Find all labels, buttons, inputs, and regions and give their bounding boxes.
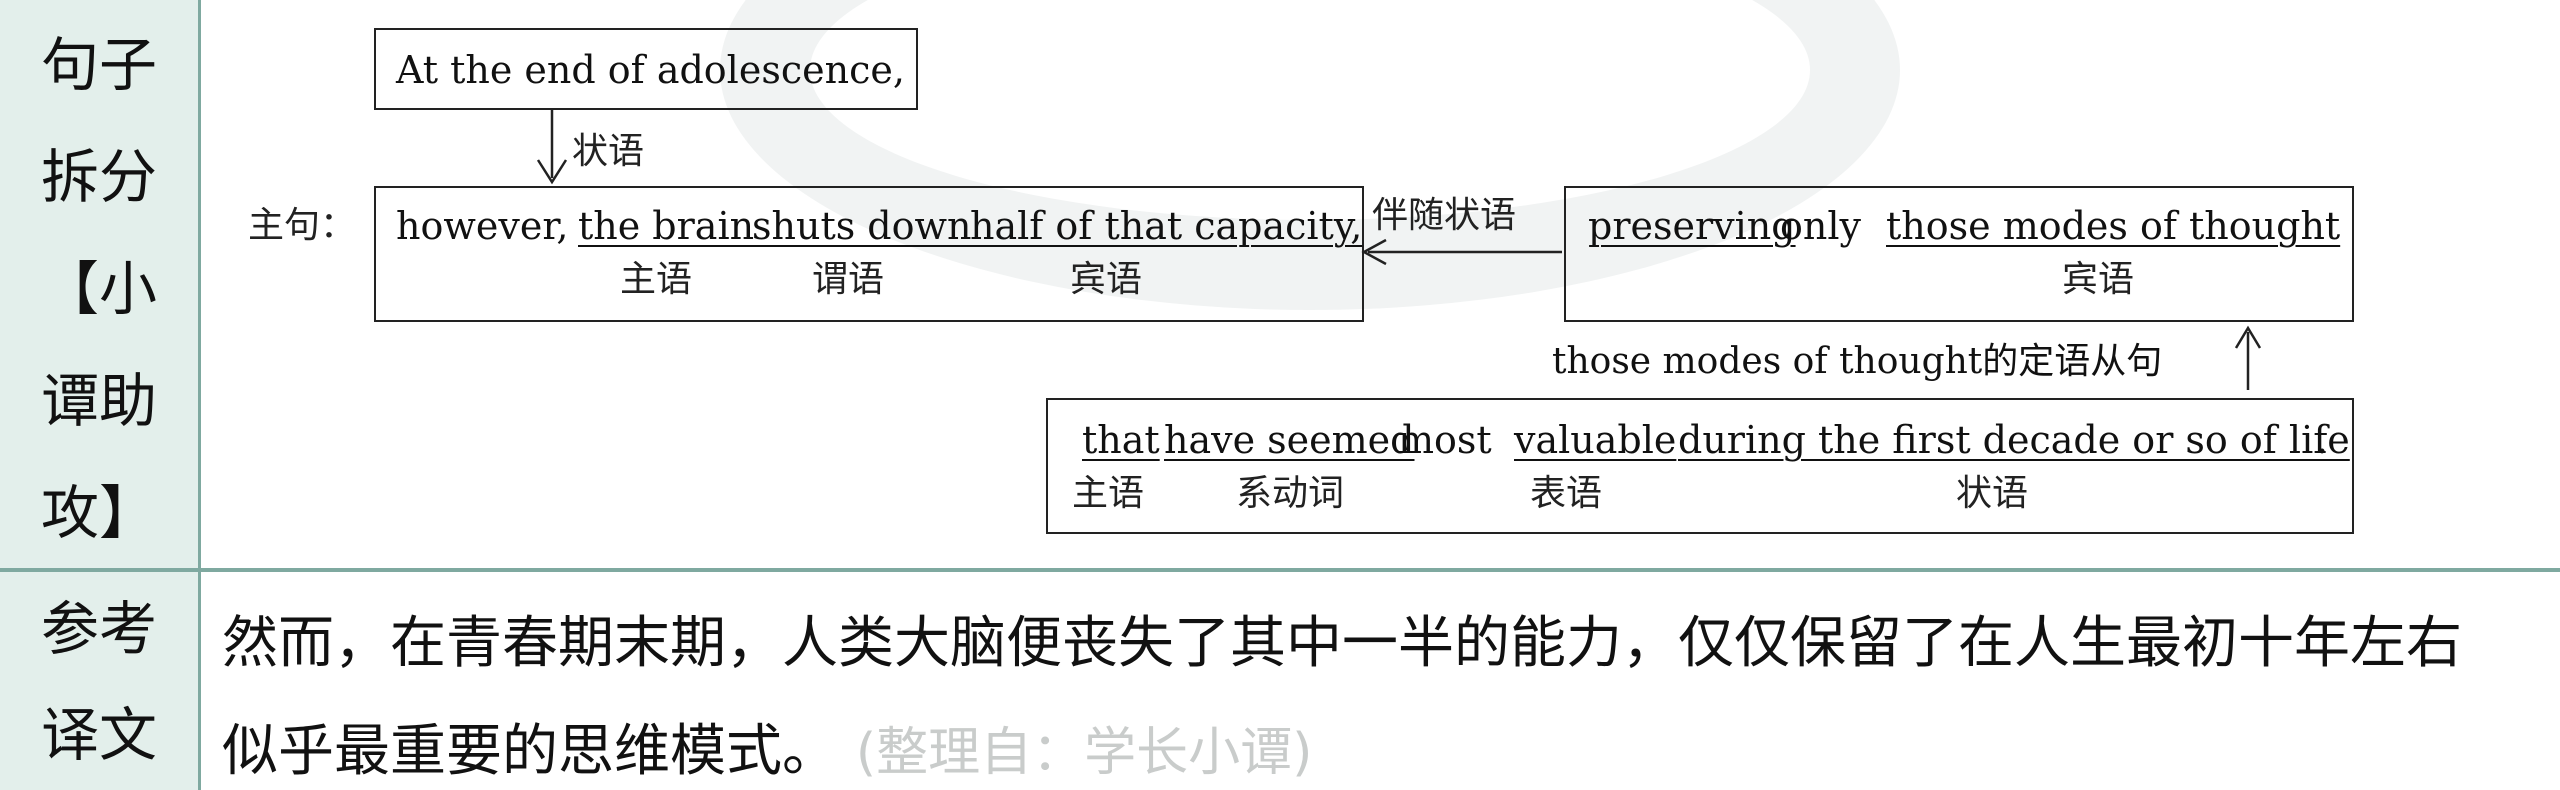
relative-most: most [1398,418,1492,462]
main-clause-subject: the brain [578,204,755,248]
row1-header-line4: 谭助 [40,367,157,435]
tag-object: 宾语 [1070,259,1143,300]
main-clause-label: 主句： [248,205,357,246]
tag-rel-link-verb: 系动词 [1236,473,1345,514]
relative-valuable: valuable [1514,418,1677,462]
relative-clause-label: those modes of thought的定语从句 [1552,341,2163,382]
participle-object: those modes of thought [1886,204,2341,248]
translation-line2-text: 似乎最重要的思维模式。 [222,719,838,784]
tag-rel-adverbial: 状语 [1956,473,2029,514]
main-clause-object: half of that capacity, [970,204,1363,248]
row1-header-line2: 拆分 [40,143,157,211]
relative-during: during the first decade or so of life [1678,418,2350,462]
relative-that: that [1082,418,1160,462]
row2-header-line2: 译文 [40,701,157,769]
row1-header-line5: 攻】 [40,479,157,547]
translation-source: (整理自：学长小谭) [855,723,1313,783]
main-clause-however: however, [396,204,569,248]
translation-line1: 然而，在青春期末期，人类大脑便丧失了其中一半的能力，仅仅保留了在人生最初十年左右 [222,611,2462,676]
row1-header-line1: 句子 [40,31,157,99]
row2-header-cell: 参考 译文 [0,572,198,790]
participle-only: only [1780,204,1861,248]
relative-period: . [2316,418,2329,462]
tag-rel-predicative: 表语 [1530,473,1603,514]
participle-verb: preserving [1588,204,1796,248]
tag-subject: 主语 [620,259,693,300]
tag-verb: 谓语 [812,259,885,300]
analysis-table: 句子 拆分 【小 谭助 攻】 参考 译文 At the end of adole… [0,0,2560,790]
tag-participle-object: 宾语 [2062,259,2135,300]
row2-header-line1: 参考 [40,595,157,663]
relative-have-seemed: have seemed [1164,418,1415,462]
translation-line2: 似乎最重要的思维模式。 (整理自：学长小谭) [222,706,1312,787]
row1-header-line3: 【小 [40,255,157,323]
down-arrow-label: 状语 [572,131,645,172]
main-clause-verb: shuts down [752,204,972,248]
row1-header-cell: 句子 拆分 【小 谭助 攻】 [0,0,198,568]
accompanying-adverbial-label: 伴随状语 [1372,195,1517,236]
tag-rel-subject: 主语 [1072,473,1145,514]
